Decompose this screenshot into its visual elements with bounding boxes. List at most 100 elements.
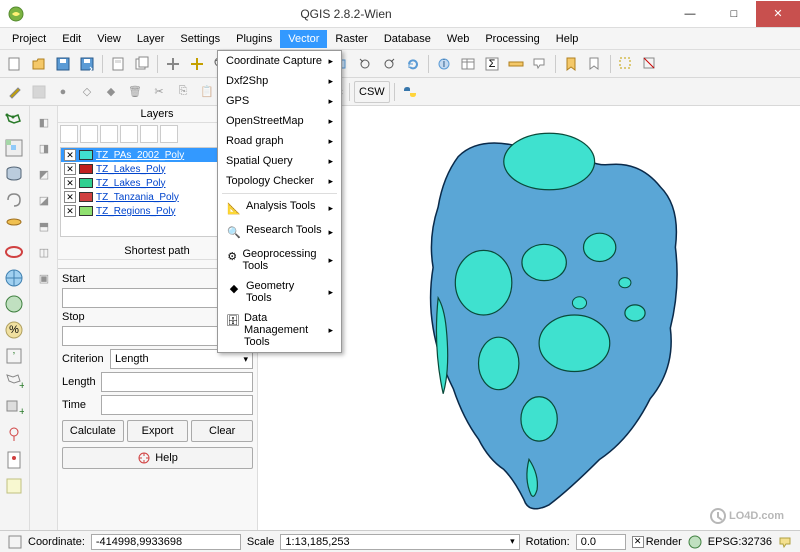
menu-layer[interactable]: Layer	[129, 30, 173, 48]
render-toggle[interactable]: ✕ Render	[632, 536, 682, 548]
dig-7[interactable]: ▣	[32, 266, 56, 290]
menu-openstreetmap[interactable]: OpenStreetMap▸	[218, 111, 341, 131]
menu-road-graph[interactable]: Road graph▸	[218, 131, 341, 151]
menu-view[interactable]: View	[89, 30, 129, 48]
refresh-button[interactable]	[402, 53, 424, 75]
pan-selection-button[interactable]	[186, 53, 208, 75]
stop-input[interactable]	[62, 326, 227, 346]
maptips-button[interactable]	[529, 53, 551, 75]
menu-gps[interactable]: GPS▸	[218, 91, 341, 111]
dig-1[interactable]: ◧	[32, 110, 56, 134]
deselect-button[interactable]	[639, 53, 661, 75]
export-button[interactable]: Export	[127, 420, 189, 442]
add-feature-button[interactable]: ●	[52, 81, 74, 103]
messages-icon[interactable]	[778, 535, 792, 549]
menu-research-tools[interactable]: 🔍Research Tools▸	[218, 220, 341, 244]
layer-remove[interactable]	[160, 125, 178, 143]
menu-geometry-tools[interactable]: ◆Geometry Tools▸	[218, 276, 341, 308]
scale-select[interactable]: 1:13,185,253▾	[280, 534, 519, 550]
render-checkbox[interactable]: ✕	[632, 536, 644, 548]
menu-topology-checker[interactable]: Topology Checker▸	[218, 171, 341, 191]
dig-4[interactable]: ◪	[32, 188, 56, 212]
start-input[interactable]	[62, 288, 227, 308]
layer-visibility[interactable]	[80, 125, 98, 143]
new-gpx-button[interactable]	[2, 422, 26, 446]
menu-database[interactable]: Database	[376, 30, 439, 48]
layer-expand[interactable]	[120, 125, 138, 143]
add-wfs-button[interactable]: %	[2, 318, 26, 342]
gps-info-button[interactable]	[2, 448, 26, 472]
menu-plugins[interactable]: Plugins	[228, 30, 280, 48]
new-project-button[interactable]	[4, 53, 26, 75]
dig-3[interactable]: ◩	[32, 162, 56, 186]
crs-icon[interactable]	[688, 535, 702, 549]
menu-coordinate-capture[interactable]: Coordinate Capture▸	[218, 51, 341, 71]
length-input[interactable]	[101, 372, 253, 392]
zoom-last-button[interactable]	[354, 53, 376, 75]
minimize-button[interactable]: —	[668, 1, 712, 27]
paste-button[interactable]: 📋	[196, 81, 218, 103]
show-bookmarks-button[interactable]	[584, 53, 606, 75]
menu-web[interactable]: Web	[439, 30, 477, 48]
menu-project[interactable]: Project	[4, 30, 54, 48]
menu-dxf2shp[interactable]: Dxf2Shp▸	[218, 71, 341, 91]
layer-add-group[interactable]	[60, 125, 78, 143]
close-button[interactable]: ✕	[756, 1, 800, 27]
menu-edit[interactable]: Edit	[54, 30, 89, 48]
toggle-extents-icon[interactable]	[8, 535, 22, 549]
calculate-button[interactable]: Calculate	[62, 420, 124, 442]
move-feature-button[interactable]: ◇	[76, 81, 98, 103]
layer-checkbox[interactable]: ✕	[64, 149, 76, 161]
saveas-button[interactable]	[76, 53, 98, 75]
delete-selected-button[interactable]: 🗑	[124, 81, 146, 103]
new-spatialite-button[interactable]: +	[2, 396, 26, 420]
print-composer-button[interactable]	[107, 53, 129, 75]
add-oracle-button[interactable]	[2, 240, 26, 264]
menu-vector[interactable]: Vector	[280, 30, 327, 48]
node-tool-button[interactable]: ◆	[100, 81, 122, 103]
layer-filter[interactable]	[100, 125, 118, 143]
attribute-table-button[interactable]	[457, 53, 479, 75]
dig-2[interactable]: ◨	[32, 136, 56, 160]
measure-button[interactable]	[505, 53, 527, 75]
add-vector-button[interactable]	[2, 110, 26, 134]
add-delimited-button[interactable]: ʼ	[2, 344, 26, 368]
edit-save-button[interactable]	[28, 81, 50, 103]
edit-pencil-button[interactable]	[4, 81, 26, 103]
pan-button[interactable]	[162, 53, 184, 75]
open-project-button[interactable]	[28, 53, 50, 75]
clear-button[interactable]: Clear	[191, 420, 253, 442]
coordinate-input[interactable]	[91, 534, 241, 550]
help-button[interactable]: Help	[62, 447, 253, 469]
layer-checkbox[interactable]: ✕	[64, 191, 76, 203]
layer-checkbox[interactable]: ✕	[64, 205, 76, 217]
maximize-button[interactable]: □	[712, 1, 756, 27]
composer-manager-button[interactable]	[131, 53, 153, 75]
menu-settings[interactable]: Settings	[172, 30, 228, 48]
menu-help[interactable]: Help	[548, 30, 587, 48]
menu-analysis-tools[interactable]: 📐Analysis Tools▸	[218, 196, 341, 220]
copy-button[interactable]: ⎘	[172, 81, 194, 103]
menu-raster[interactable]: Raster	[327, 30, 375, 48]
add-spatialite-button[interactable]	[2, 188, 26, 212]
menu-processing[interactable]: Processing	[477, 30, 547, 48]
csw-button[interactable]: CSW	[354, 81, 390, 103]
select-button[interactable]	[615, 53, 637, 75]
layer-checkbox[interactable]: ✕	[64, 177, 76, 189]
menu-spatial-query[interactable]: Spatial Query▸	[218, 151, 341, 171]
bookmark-button[interactable]	[560, 53, 582, 75]
dig-6[interactable]: ◫	[32, 240, 56, 264]
add-wcs-button[interactable]	[2, 292, 26, 316]
rotation-input[interactable]	[576, 534, 626, 550]
virtual-layer-button[interactable]	[2, 474, 26, 498]
dig-5[interactable]: ⬒	[32, 214, 56, 238]
layer-collapse[interactable]	[140, 125, 158, 143]
add-raster-button[interactable]	[2, 136, 26, 160]
python-console-button[interactable]	[399, 81, 421, 103]
time-input[interactable]	[101, 395, 253, 415]
zoom-next-button[interactable]	[378, 53, 400, 75]
cut-button[interactable]: ✂	[148, 81, 170, 103]
menu-data-mgmt-tools[interactable]: 🗄Data Management Tools▸	[218, 308, 341, 352]
identify-button[interactable]: i	[433, 53, 455, 75]
add-postgis-button[interactable]	[2, 162, 26, 186]
